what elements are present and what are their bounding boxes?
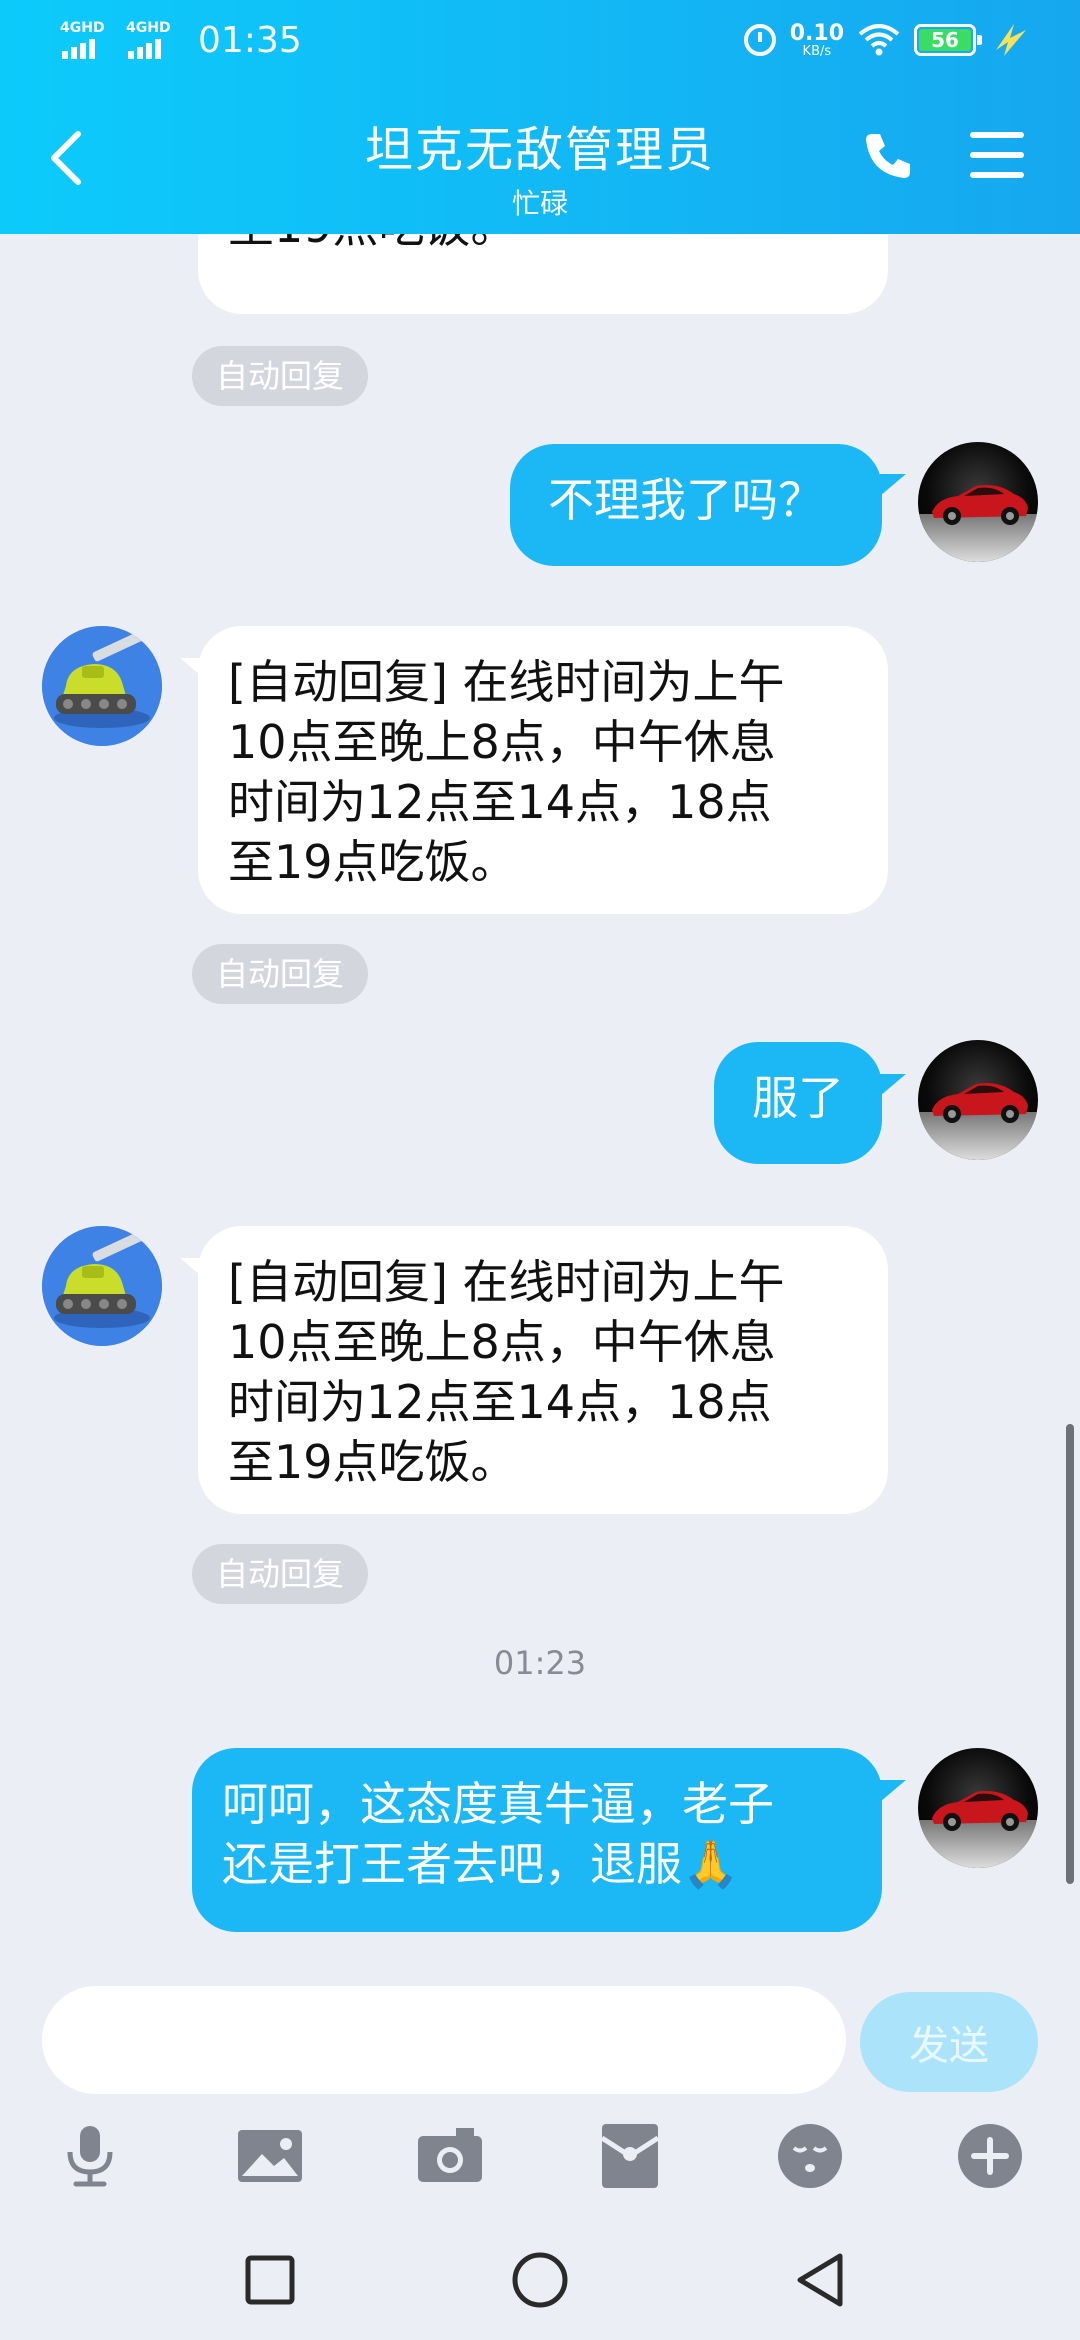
- home-button[interactable]: [510, 2250, 570, 2310]
- auto-reply-tag: 自动回复: [192, 346, 369, 406]
- emoji-icon[interactable]: [774, 2120, 846, 2192]
- charging-icon: [996, 24, 1026, 56]
- battery-icon: 56: [914, 24, 982, 56]
- red-packet-icon[interactable]: [594, 2120, 666, 2192]
- message-bubble[interactable]: 至19点吃饭。: [198, 234, 888, 314]
- message-input[interactable]: [42, 1986, 846, 2094]
- phone-call-button[interactable]: [860, 128, 916, 184]
- message-bubble[interactable]: 不理我了吗？: [510, 444, 882, 566]
- recent-apps-button[interactable]: [240, 2250, 300, 2310]
- microphone-icon[interactable]: [54, 2120, 126, 2192]
- network-speed: 0.10 KB/s: [789, 20, 844, 59]
- contact-avatar[interactable]: [42, 1226, 162, 1346]
- contact-name[interactable]: 坦克无敌管理员: [0, 110, 1080, 180]
- scrollbar[interactable]: [1066, 1424, 1074, 1884]
- message-list[interactable]: 至19点吃饭。 自动回复 不理我了吗？ [自动回复] 在线时间为上午 10点至晚…: [0, 234, 1080, 1974]
- message-bubble[interactable]: [自动回复] 在线时间为上午 10点至晚上8点，中午休息 时间为12点至14点，…: [198, 1226, 888, 1514]
- battery-level: 56: [919, 28, 971, 52]
- camera-icon[interactable]: [414, 2120, 486, 2192]
- message-timestamp: 01:23: [493, 1644, 587, 1682]
- alarm-icon: [743, 24, 776, 56]
- back-nav-button[interactable]: [792, 2250, 852, 2310]
- message-bubble[interactable]: [自动回复] 在线时间为上午 10点至晚上8点，中午休息 时间为12点至14点，…: [198, 626, 888, 914]
- my-avatar[interactable]: [918, 1748, 1038, 1868]
- wifi-icon: [858, 24, 900, 56]
- system-nav-bar: [0, 2220, 1080, 2340]
- chat-header: 4GHD 4GHD 01:35 0.10 KB/s 56 坦克无敌管理员 忙碌: [0, 0, 1080, 234]
- signal-icon: 4GHD: [126, 21, 178, 61]
- send-button[interactable]: 发送: [860, 1992, 1038, 2092]
- status-bar: 4GHD 4GHD 01:35 0.10 KB/s 56: [0, 0, 1080, 84]
- clock: 01:35: [198, 20, 302, 61]
- my-avatar[interactable]: [918, 442, 1038, 562]
- composer: 发送: [0, 1974, 1080, 2094]
- contact-avatar[interactable]: [42, 626, 162, 746]
- plus-icon[interactable]: [954, 2120, 1026, 2192]
- input-toolbar: [0, 2100, 1080, 2210]
- menu-button[interactable]: [970, 132, 1024, 178]
- signal-icon: 4GHD: [60, 21, 112, 61]
- auto-reply-tag: 自动回复: [192, 1544, 369, 1604]
- message-bubble[interactable]: 呵呵，这态度真牛逼，老子 还是打王者去吧，退服🙏: [192, 1748, 882, 1932]
- message-bubble[interactable]: 服了: [714, 1042, 882, 1164]
- contact-status: 忙碌: [511, 187, 568, 220]
- image-icon[interactable]: [234, 2120, 306, 2192]
- auto-reply-tag: 自动回复: [192, 944, 369, 1004]
- my-avatar[interactable]: [918, 1040, 1038, 1160]
